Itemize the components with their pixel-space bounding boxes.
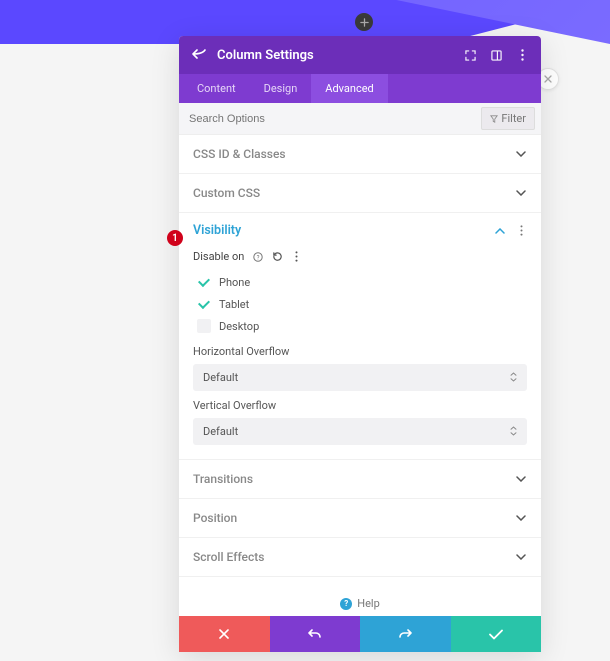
check-icon xyxy=(489,629,503,640)
tab-design[interactable]: Design xyxy=(250,74,312,103)
reset-icon[interactable] xyxy=(271,251,283,263)
chevron-down-icon xyxy=(515,473,527,485)
close-icon xyxy=(218,628,230,640)
save-button[interactable] xyxy=(451,616,542,652)
section-css-id-classes[interactable]: CSS ID & Classes xyxy=(179,135,541,174)
chevron-down-icon xyxy=(515,512,527,524)
filter-button[interactable]: Filter xyxy=(481,107,535,130)
back-icon[interactable] xyxy=(191,47,207,63)
disable-on-phone[interactable]: Phone xyxy=(193,271,527,293)
section-position[interactable]: Position xyxy=(179,499,541,538)
disable-on-tablet[interactable]: Tablet xyxy=(193,293,527,315)
filter-label: Filter xyxy=(501,112,526,125)
undo-button[interactable] xyxy=(270,616,361,652)
kebab-menu-icon[interactable] xyxy=(515,225,527,237)
modal-footer xyxy=(179,616,541,652)
snap-icon[interactable] xyxy=(489,48,503,62)
select-value: Default xyxy=(203,371,238,384)
funnel-icon xyxy=(490,115,498,123)
kebab-menu-icon[interactable] xyxy=(515,48,529,62)
sections: CSS ID & Classes Custom CSS Visibility xyxy=(179,135,541,616)
vertical-overflow-select[interactable]: Default xyxy=(193,418,527,445)
section-title: Position xyxy=(193,511,237,525)
expand-icon[interactable] xyxy=(463,48,477,62)
search-row: Filter xyxy=(179,103,541,135)
select-indicator-icon xyxy=(510,372,517,384)
chevron-down-icon xyxy=(515,148,527,160)
horizontal-overflow-select[interactable]: Default xyxy=(193,364,527,391)
undo-icon xyxy=(308,628,322,640)
checkbox-icon xyxy=(197,319,211,333)
horizontal-overflow-label: Horizontal Overflow xyxy=(193,345,527,358)
annotation-badge: 1 xyxy=(167,230,183,246)
help-circle-icon: ? xyxy=(340,598,352,610)
section-title: Visibility xyxy=(193,223,241,238)
discard-button[interactable] xyxy=(179,616,270,652)
section-title: Transitions xyxy=(193,472,253,486)
vertical-overflow-label: Vertical Overflow xyxy=(193,399,527,412)
checkbox-label: Phone xyxy=(219,276,250,289)
section-transitions[interactable]: Transitions xyxy=(179,460,541,499)
help-link[interactable]: ? Help xyxy=(179,577,541,616)
section-title: CSS ID & Classes xyxy=(193,147,286,161)
visibility-body: Disable on ? Phone xyxy=(179,244,541,460)
search-input[interactable] xyxy=(179,105,475,133)
chevron-up-icon xyxy=(494,225,506,237)
section-title: Scroll Effects xyxy=(193,550,264,564)
redo-icon xyxy=(398,628,412,640)
select-value: Default xyxy=(203,425,238,438)
checkbox-icon xyxy=(197,275,211,289)
add-section-button[interactable] xyxy=(355,13,373,31)
redo-button[interactable] xyxy=(360,616,451,652)
checkbox-icon xyxy=(197,297,211,311)
modal-title: Column Settings xyxy=(217,48,463,63)
tab-advanced[interactable]: Advanced xyxy=(311,74,387,103)
chevron-down-icon xyxy=(515,551,527,563)
settings-modal: Column Settings Content Design Advanced … xyxy=(179,36,541,652)
tab-content[interactable]: Content xyxy=(183,74,250,103)
kebab-menu-icon[interactable] xyxy=(290,251,302,263)
svg-text:?: ? xyxy=(257,254,260,261)
section-visibility-header[interactable]: Visibility xyxy=(179,213,541,244)
section-custom-css[interactable]: Custom CSS xyxy=(179,174,541,213)
section-scroll-effects[interactable]: Scroll Effects xyxy=(179,538,541,577)
help-icon[interactable]: ? xyxy=(252,251,264,263)
select-indicator-icon xyxy=(510,426,517,438)
checkbox-label: Desktop xyxy=(219,320,259,333)
checkbox-label: Tablet xyxy=(219,298,249,311)
modal-tabs: Content Design Advanced xyxy=(179,74,541,103)
help-label: Help xyxy=(357,597,380,610)
disable-on-desktop[interactable]: Desktop xyxy=(193,315,527,337)
disable-on-label: Disable on xyxy=(193,250,244,263)
header-actions xyxy=(463,48,529,62)
section-title: Custom CSS xyxy=(193,186,260,200)
chevron-down-icon xyxy=(515,187,527,199)
disable-on-row: Disable on ? xyxy=(193,250,527,263)
modal-header: Column Settings xyxy=(179,36,541,74)
